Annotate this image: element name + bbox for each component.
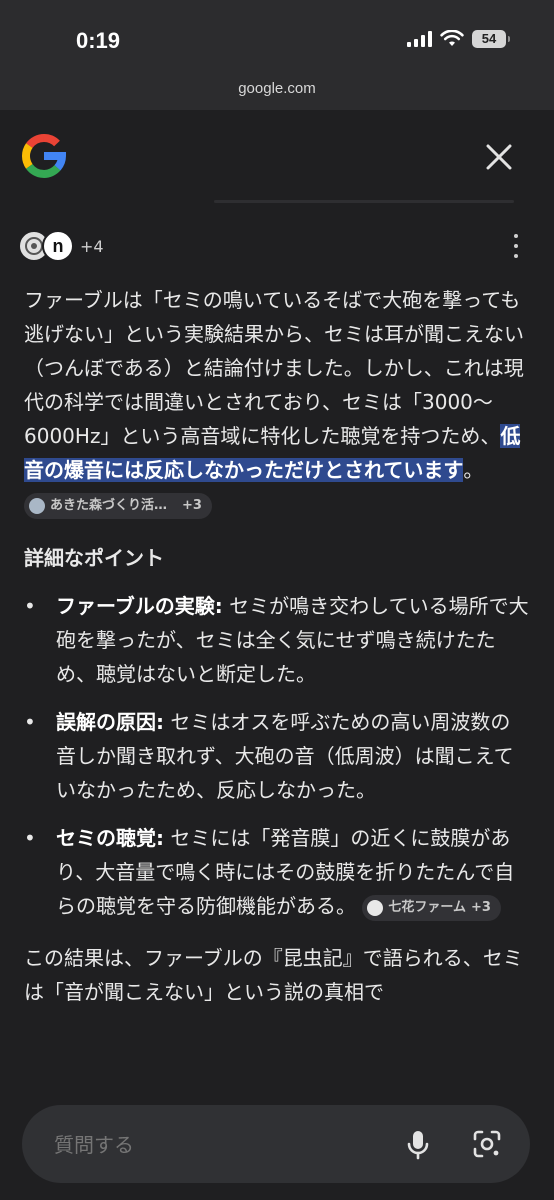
bottom-fade [0, 1050, 554, 1110]
microphone-icon[interactable] [404, 1129, 432, 1161]
ai-mode-header [0, 110, 554, 200]
url-bar[interactable]: google.com [0, 78, 554, 110]
google-g-logo-icon [22, 133, 67, 178]
answer-text: ファーブルは「セミの鳴いているそばで大砲を撃っても逃げない」という実験結果から、… [24, 288, 524, 448]
battery-icon: 54 [472, 30, 510, 48]
citation-more: +3 [470, 899, 491, 915]
ask-input[interactable] [52, 1129, 376, 1161]
wifi-icon [440, 30, 464, 46]
source-avatar-2[interactable]: n [42, 230, 74, 262]
more-options-icon[interactable] [508, 234, 524, 258]
source-avatars[interactable]: n +4 [18, 230, 104, 262]
list-item: 誤解の原因: セミはオスを呼ぶための高い周波数の音しか聞き取れず、大砲の音（低周… [24, 705, 530, 807]
ai-answer: ファーブルは「セミの鳴いているそばで大砲を撃っても逃げない」という実験結果から、… [24, 283, 530, 1009]
scroll-divider [214, 200, 514, 203]
citation-more: +3 [182, 497, 202, 513]
url-domain[interactable]: google.com [238, 80, 316, 97]
point-title: 誤解の原因: [56, 710, 164, 734]
section-heading: 詳細なポイント [24, 546, 164, 570]
google-lens-icon[interactable] [472, 1129, 502, 1159]
status-icons: 54 [407, 30, 510, 48]
answer-paragraph: ファーブルは「セミの鳴いているそばで大砲を撃っても逃げない」という実験結果から、… [24, 283, 530, 521]
globe-icon [29, 497, 45, 514]
answer-paragraph-2: この結果は、ファーブルの『昆虫記』で語られる、セミは「音が聞こえない」という説の… [24, 946, 523, 1004]
list-item: ファーブルの実験: セミが鳴き交わしている場所で大砲を撃ったが、セミは全く気にせ… [24, 589, 530, 691]
ask-bar[interactable] [22, 1105, 530, 1183]
status-bar: 0:19 54 [0, 0, 554, 78]
farm-logo-icon [367, 899, 384, 916]
signal-icon [407, 31, 432, 47]
point-title: ファーブルの実験: [56, 594, 223, 618]
sources-more-count[interactable]: +4 [80, 237, 104, 256]
close-icon[interactable] [484, 142, 514, 172]
list-item: セミの聴覚: セミには「発音膜」の近くに鼓膜があり、大音量で鳴く時にはその鼓膜を… [24, 821, 530, 923]
status-time: 0:19 [76, 28, 121, 53]
point-list: ファーブルの実験: セミが鳴き交わしている場所で大砲を撃ったが、セミは全く気にせ… [24, 589, 530, 923]
answer-period: 。 [463, 458, 484, 482]
citation-chip[interactable]: あきた森づくり活… +3 [24, 492, 212, 519]
citation-label: あきた森づくり活… [50, 497, 168, 513]
citation-label: 七花ファーム [388, 899, 466, 915]
citation-chip[interactable]: 七花ファーム +3 [362, 894, 501, 921]
source-logo-icon [25, 237, 43, 255]
point-title: セミの聴覚: [56, 826, 164, 850]
